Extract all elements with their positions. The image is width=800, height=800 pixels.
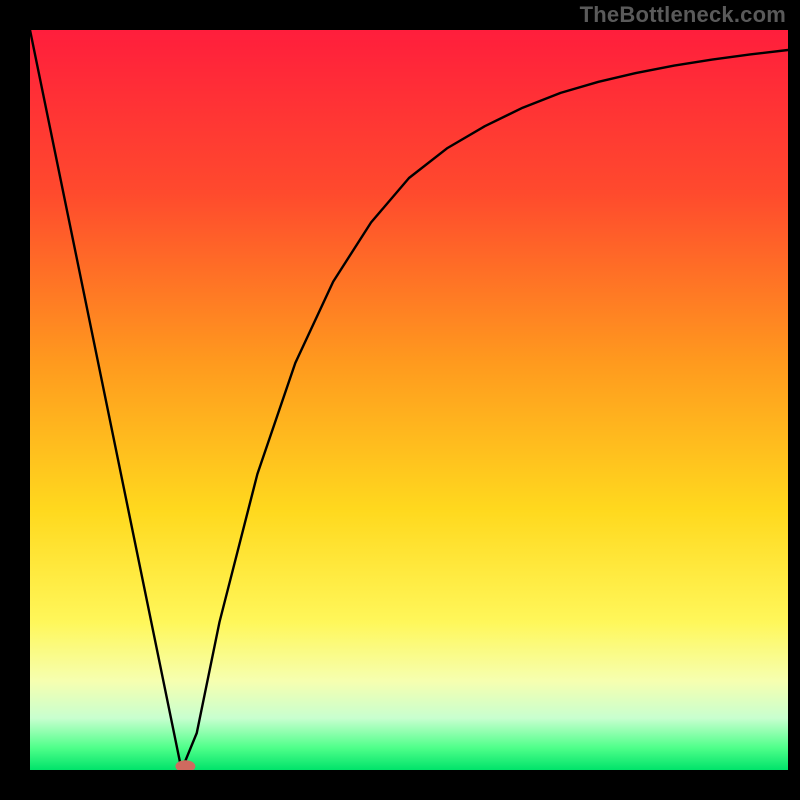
chart-frame: TheBottleneck.com: [0, 0, 800, 800]
plot-background: [30, 30, 788, 770]
bottleneck-chart: [0, 0, 800, 800]
watermark-label: TheBottleneck.com: [580, 2, 786, 28]
min-marker: [175, 760, 195, 772]
